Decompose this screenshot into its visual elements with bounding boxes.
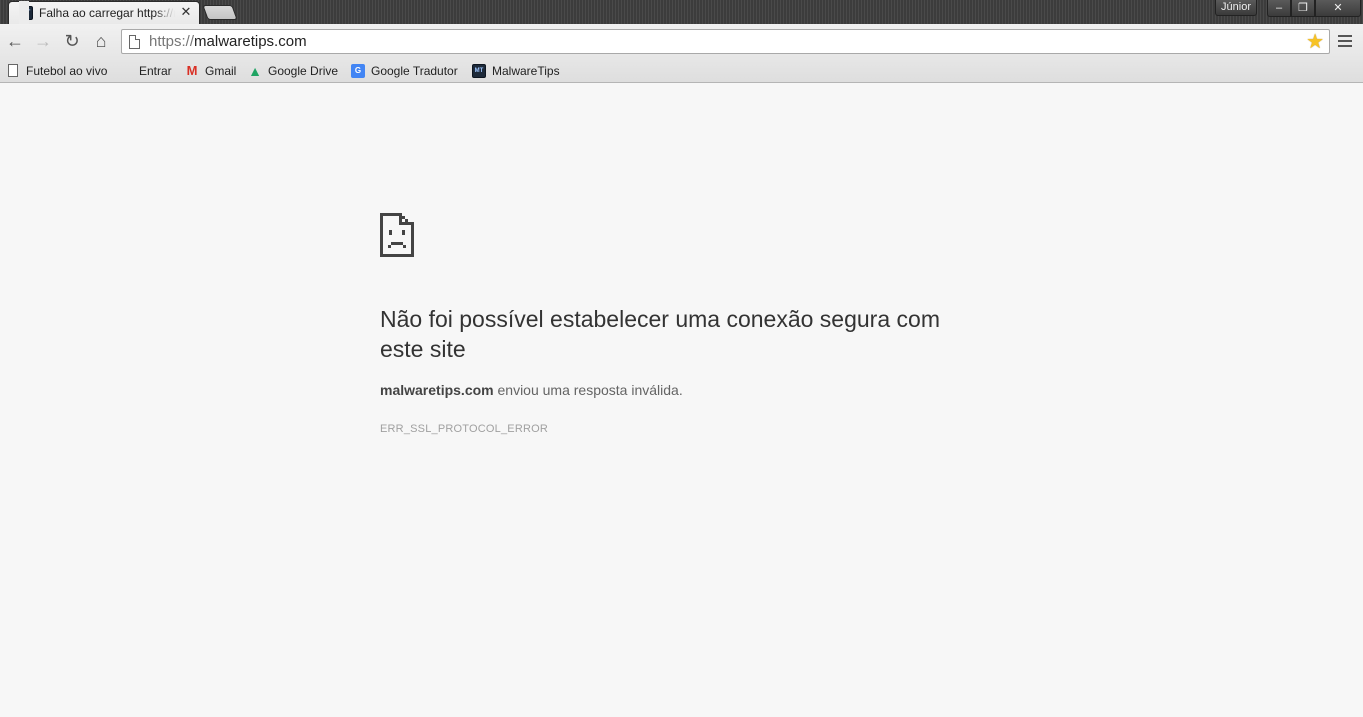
url-text[interactable]: https://malwaretips.com	[149, 33, 307, 50]
restore-button[interactable]: ❐	[1291, 0, 1315, 17]
reload-button[interactable]: ↻	[61, 31, 83, 51]
mt-favicon-icon: MT	[472, 63, 486, 78]
tab-active[interactable]: MT Falha ao carregar https://malwaretips…	[8, 1, 200, 24]
bookmarks-bar: Futebol ao vivo Entrar M Gmail ▲ Google …	[0, 58, 1363, 83]
bookmark-label: MalwareTips	[492, 63, 560, 78]
bookmark-label: Google Drive	[268, 63, 339, 78]
forward-arrow-icon: →	[34, 30, 52, 51]
error-summary: malwaretips.com enviou uma resposta invá…	[380, 382, 683, 398]
chrome-menu-icon[interactable]	[1337, 33, 1353, 49]
microsoft-icon	[119, 64, 133, 78]
toolbar: ← → ↻ ⌂ https://malwaretips.com ★	[0, 24, 1363, 58]
error-code: ERR_SSL_PROTOCOL_ERROR	[380, 423, 549, 435]
profile-button[interactable]: Júnior	[1215, 0, 1257, 16]
bookmark-label: Futebol ao vivo	[26, 63, 108, 78]
back-arrow-icon: ←	[6, 30, 24, 51]
close-window-button[interactable]: ✕	[1315, 0, 1361, 17]
reload-icon: ↻	[64, 30, 80, 51]
bookmark-gmail[interactable]: M Gmail	[185, 62, 237, 79]
title-bar: MT Falha ao carregar https://malwaretips…	[0, 0, 1363, 24]
url-host: malwaretips.com	[194, 33, 307, 50]
bookmark-label: Google Tradutor	[371, 63, 458, 78]
error-summary-text: enviou uma resposta inválida.	[493, 382, 683, 398]
bookmark-futebol-ao-vivo[interactable]: Futebol ao vivo	[6, 62, 107, 79]
new-tab-button[interactable]	[202, 5, 238, 20]
page-content	[0, 84, 1363, 717]
sad-document-icon	[380, 213, 414, 257]
bookmark-google-tradutor[interactable]: G Google Tradutor	[351, 62, 458, 79]
back-button[interactable]: ←	[4, 31, 26, 51]
minimize-button[interactable]: –	[1267, 0, 1291, 17]
mt-favicon-icon: MT	[19, 6, 33, 20]
page-icon	[129, 34, 140, 49]
error-host: malwaretips.com	[380, 382, 494, 398]
bookmark-entrar[interactable]: Entrar	[119, 62, 172, 79]
bookmark-star-icon[interactable]: ★	[1306, 31, 1324, 53]
error-heading: Não foi possível estabelecer uma conexão…	[380, 306, 940, 362]
home-button[interactable]: ⌂	[90, 31, 112, 51]
gmail-icon: M	[186, 63, 198, 78]
forward-button[interactable]: →	[32, 31, 54, 51]
address-bar[interactable]: https://malwaretips.com ★	[121, 29, 1330, 54]
google-translate-icon: G	[351, 63, 365, 78]
bookmark-google-drive[interactable]: ▲ Google Drive	[248, 62, 338, 79]
url-scheme: https://	[149, 33, 195, 50]
bookmark-malwaretips[interactable]: MT MalwareTips	[472, 62, 560, 79]
window-controls: – ❐ ✕	[1267, 0, 1361, 17]
tab-title: Falha ao carregar https://malwaretips.co…	[39, 6, 175, 20]
home-icon: ⌂	[95, 30, 107, 51]
page-icon	[8, 64, 18, 77]
bookmark-label: Entrar	[139, 63, 172, 78]
bookmark-label: Gmail	[205, 63, 237, 78]
tab-close-icon[interactable]: ✕	[179, 4, 193, 19]
google-drive-icon: ▲	[248, 62, 262, 79]
